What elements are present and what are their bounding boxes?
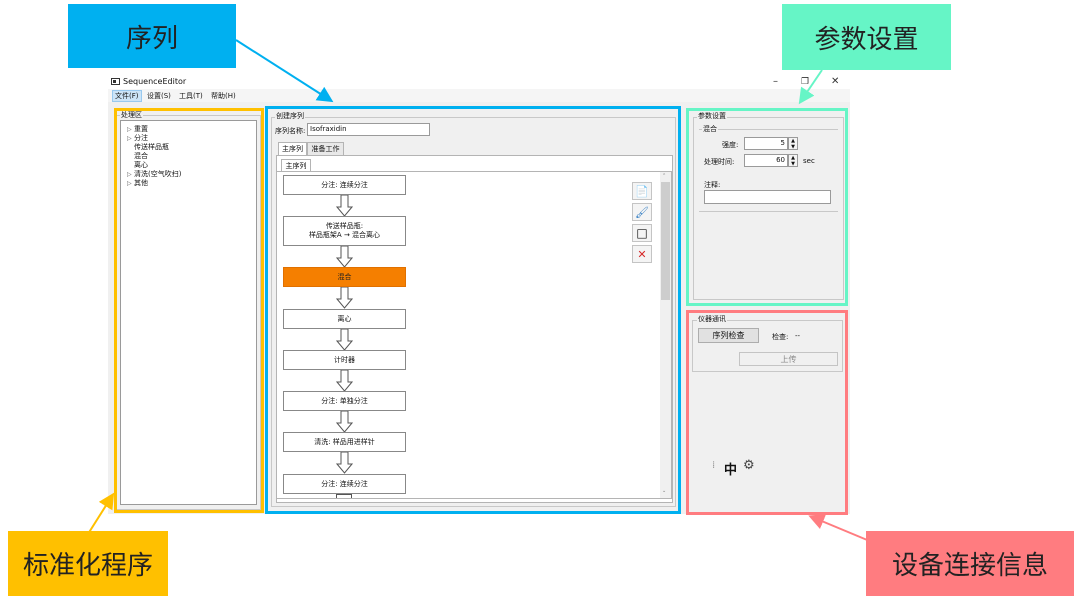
callout-device-connection: 设备连接信息	[866, 531, 1074, 596]
restore-button[interactable]: ❐	[801, 77, 809, 87]
device-connection-highlight	[686, 310, 848, 515]
close-button[interactable]: ✕	[831, 76, 839, 87]
callout-standard-procedure: 标准化程序	[8, 531, 168, 596]
device-connector	[808, 514, 873, 543]
menu-help[interactable]: 帮助(H)	[209, 91, 238, 101]
app-icon	[111, 78, 120, 85]
title-bar	[108, 74, 850, 89]
callout-params: 参数设置	[782, 4, 951, 70]
standard-procedure-highlight	[114, 108, 264, 513]
menu-tools[interactable]: 工具(T)	[177, 91, 205, 101]
window-title: SequenceEditor	[123, 77, 187, 86]
sequence-highlight	[265, 106, 681, 514]
menu-file[interactable]: 文件(F)	[112, 90, 142, 102]
param-settings-highlight	[686, 108, 848, 306]
minimize-button[interactable]: –	[773, 76, 778, 87]
menu-settings[interactable]: 设置(S)	[145, 91, 173, 101]
callout-sequence: 序列	[68, 4, 236, 68]
